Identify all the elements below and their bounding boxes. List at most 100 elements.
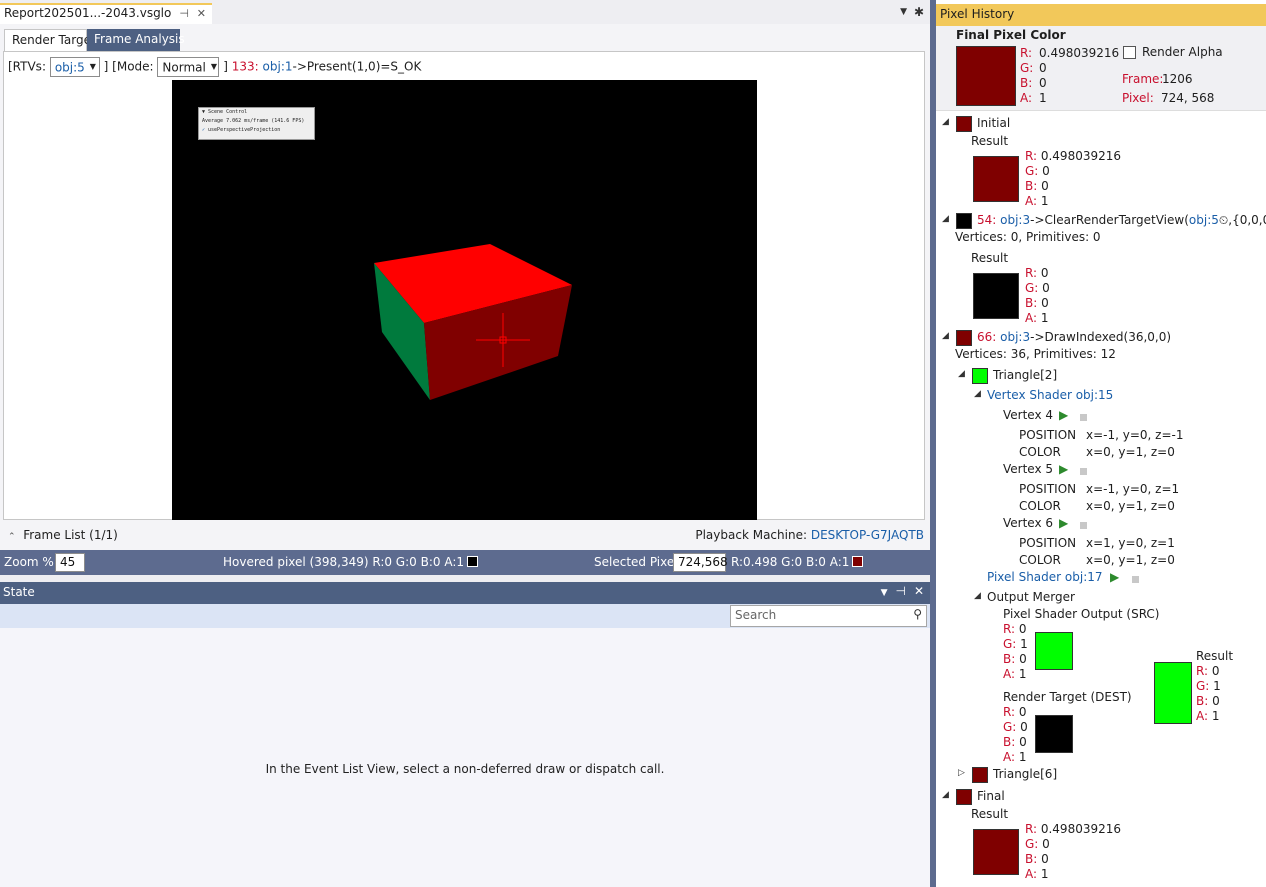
collapse-draw-icon[interactable]: ◢ [942, 331, 949, 341]
chevron-down-icon[interactable]: ▼ [900, 7, 907, 17]
initial-result-swatch [973, 156, 1019, 202]
final-g-label: G: [1020, 61, 1034, 75]
document-tab[interactable]: Report202501...-2043.vsglog ⊣ ✕ [0, 3, 212, 24]
rtv-close-bracket: ] [103, 59, 109, 74]
clear-obj-link[interactable]: obj:3 [1000, 213, 1030, 227]
pin-icon[interactable]: ⊣ [179, 7, 189, 20]
play-icon[interactable]: ▶ [1059, 462, 1068, 476]
src-label: Pixel Shader Output (SRC) [1003, 607, 1160, 621]
vertex5-position: x=-1, y=0, z=1 [1086, 482, 1180, 496]
initial-g-value: 0 [1042, 164, 1050, 178]
dest-label: Render Target (DEST) [1003, 690, 1132, 704]
triangle6-label: Triangle[6] [993, 767, 1058, 781]
clear-arg-obj-link[interactable]: obj:5 [1189, 213, 1219, 227]
src-b: B: 0 [1003, 652, 1027, 666]
stop-icon[interactable] [1080, 468, 1087, 475]
play-icon[interactable]: ▶ [1059, 408, 1068, 422]
triangle2-color-swatch [972, 368, 988, 384]
selected-pixel-rgba: R:0.498 G:0 B:0 A:1 [731, 555, 850, 569]
gear-icon[interactable]: ✱ [914, 5, 924, 19]
vertex4-label: Vertex 4 [1003, 408, 1054, 422]
chevron-down-icon[interactable]: ▼ [881, 588, 888, 598]
draw-index-link[interactable]: 66: [977, 330, 996, 344]
frame-list-toggle[interactable]: ⌃ Frame List (1/1) [8, 528, 118, 542]
clear-b-value: 0 [1041, 296, 1049, 310]
mode-select-value: Normal [162, 60, 206, 74]
collapse-initial-icon[interactable]: ◢ [942, 117, 949, 127]
close-icon[interactable]: ✕ [197, 7, 206, 20]
vertex-shader-link[interactable]: Vertex Shader obj:15 [987, 388, 1113, 402]
src-g-value: 1 [1020, 637, 1028, 651]
state-panel: State ▼ ⊣ ✕ Search ⚲ In the Event List Vie… [0, 582, 930, 887]
vertex4-color-label: COLOR [1019, 445, 1061, 459]
om-result-r: R: 0 [1196, 664, 1220, 678]
final-result-g: G: 0 [1025, 837, 1050, 851]
playback-machine-link[interactable]: DESKTOP-G7JAQTB [811, 528, 924, 542]
stop-icon[interactable] [1132, 576, 1139, 583]
rtv-select-value: obj:5 [54, 60, 85, 74]
call-obj-link[interactable]: obj:1 [263, 60, 293, 74]
render-alpha-checkbox[interactable] [1123, 46, 1136, 59]
final-result-b: B: 0 [1025, 852, 1049, 866]
dest-swatch [1035, 715, 1073, 753]
call-index-link[interactable]: 133: [232, 60, 259, 74]
clear-index-link[interactable]: 54: [977, 213, 996, 227]
expand-triangle6-icon[interactable]: ▷ [958, 768, 965, 778]
initial-b: B: 0 [1025, 179, 1049, 193]
clear-result-label: Result [971, 251, 1009, 265]
collapse-triangle2-icon[interactable]: ◢ [958, 369, 965, 379]
render-viewport[interactable]: ▼ Scene Control Average 7.062 ms/frame (… [172, 80, 757, 520]
stop-icon[interactable] [1080, 414, 1087, 421]
draw-event: 66: obj:3->DrawIndexed(36,0,0) [977, 330, 1171, 344]
collapse-clear-icon[interactable]: ◢ [942, 214, 949, 224]
rtv-toolbar: [RTVs: obj:5 ▼ ] [Mode: Normal ▼ ] 133: ob… [8, 55, 421, 77]
pixel-shader-link[interactable]: Pixel Shader obj:17 [987, 570, 1103, 584]
render-target-panel: Render Target Frame Analysis [RTVs: obj:… [0, 24, 930, 550]
initial-label: Initial [977, 116, 1011, 130]
pixel-value: 724, 568 [1161, 91, 1215, 105]
vertex6-color-label: COLOR [1019, 553, 1061, 567]
search-input[interactable]: Search ⚲ [730, 605, 927, 627]
stop-icon[interactable] [1080, 522, 1087, 529]
clear-call-text: ->ClearRenderTargetView( [1030, 213, 1189, 227]
om-result-r-value: 0 [1211, 664, 1220, 678]
document-tab-bar: Report202501...-2043.vsglog ⊣ ✕ ▼ ✱ [0, 3, 930, 24]
src-a: A: 1 [1003, 667, 1027, 681]
state-empty-message: In the Event List View, select a non-def… [265, 762, 665, 776]
pin-icon[interactable]: ⊣ [895, 584, 905, 598]
chevron-down-icon: ▼ [89, 62, 96, 71]
state-header-buttons: ▼ ⊣ ✕ [873, 584, 924, 598]
src-r: R: 0 [1003, 622, 1027, 636]
initial-r-value: 0.498039216 [1040, 149, 1122, 163]
rtv-select[interactable]: obj:5 ▼ [49, 56, 100, 77]
vertex4-color: x=0, y=1, z=0 [1086, 445, 1175, 459]
draw-stats: Vertices: 36, Primitives: 12 [955, 347, 1116, 361]
vertex6-position-label: POSITION [1019, 536, 1077, 550]
tab-render-target[interactable]: Render Target [4, 29, 96, 51]
zoom-input[interactable]: 45 [55, 553, 85, 572]
history-icon: ⏲ [1218, 213, 1229, 227]
draw-obj-link[interactable]: obj:3 [1000, 330, 1030, 344]
selected-pixel-input[interactable]: 724,568 [673, 553, 728, 572]
vertex5-position-label: POSITION [1019, 482, 1077, 496]
final-result-a: A: 1 [1025, 867, 1049, 881]
close-icon[interactable]: ✕ [914, 584, 924, 598]
final-a-label: A: [1020, 91, 1033, 105]
collapse-final-icon[interactable]: ◢ [942, 790, 949, 800]
collapse-vertex-shader-icon[interactable]: ◢ [974, 389, 981, 399]
selected-pixel-info: R:0.498 G:0 B:0 A:1 [731, 555, 864, 569]
om-result-g-value: 1 [1213, 679, 1221, 693]
tab-frame-analysis[interactable]: Frame Analysis [87, 29, 185, 51]
play-icon[interactable]: ▶ [1110, 570, 1119, 584]
pixel-history-header: Pixel History [936, 4, 1266, 26]
final-r-label: R: [1020, 46, 1033, 60]
play-icon[interactable]: ▶ [1059, 516, 1068, 530]
final-pixel-heading: Final Pixel Color [956, 28, 1066, 42]
mode-select[interactable]: Normal ▼ [157, 56, 220, 77]
state-header: State ▼ ⊣ ✕ [0, 582, 930, 604]
om-result-label: Result [1196, 649, 1234, 663]
clear-a: A: 1 [1025, 311, 1049, 325]
collapse-output-merger-icon[interactable]: ◢ [974, 591, 981, 601]
final-result-r-value: 0.498039216 [1040, 822, 1122, 836]
final-result-label: Result [971, 807, 1009, 821]
